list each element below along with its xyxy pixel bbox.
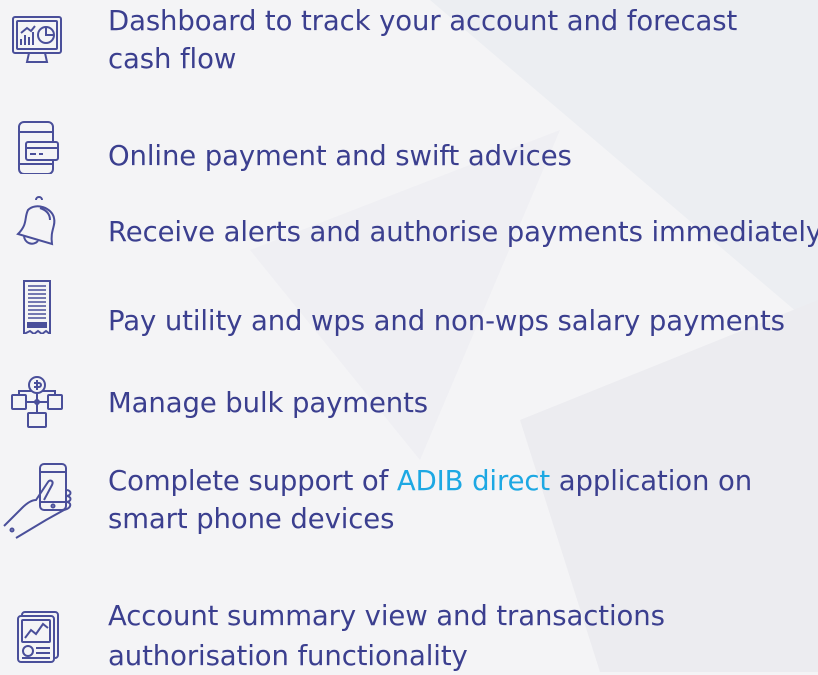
feature-text-line: Receive alerts and authorise payments im… xyxy=(108,216,818,248)
feature-text-line: smart phone devices xyxy=(108,503,395,535)
feature-text-line: Manage bulk payments xyxy=(108,387,428,419)
feature-text-segment: Complete support of xyxy=(108,465,397,497)
feature-text-line: authorisation functionality xyxy=(108,640,468,672)
feature-text-line: Complete support of ADIB direct applicat… xyxy=(108,462,752,500)
feature-text-line: Dashboard to track your account and fore… xyxy=(108,5,738,37)
bell-alert-icon xyxy=(10,196,64,250)
phone-card-icon xyxy=(10,120,64,174)
receipt-icon xyxy=(10,280,64,334)
dashboard-monitor-icon xyxy=(10,14,64,68)
feature-text-line: Account summary view and transactions xyxy=(108,600,665,632)
feature-text-line: cash flow xyxy=(108,43,237,75)
adib-direct-link[interactable]: ADIB direct xyxy=(397,465,550,497)
feature-text-line: Online payment and swift advices xyxy=(108,140,572,172)
feature-text-segment: application on xyxy=(550,465,753,497)
hand-phone-icon xyxy=(2,460,82,540)
bulk-payments-network-icon xyxy=(10,375,64,429)
documents-chart-icon xyxy=(10,610,64,664)
feature-text-line: Pay utility and wps and non-wps salary p… xyxy=(108,305,785,337)
